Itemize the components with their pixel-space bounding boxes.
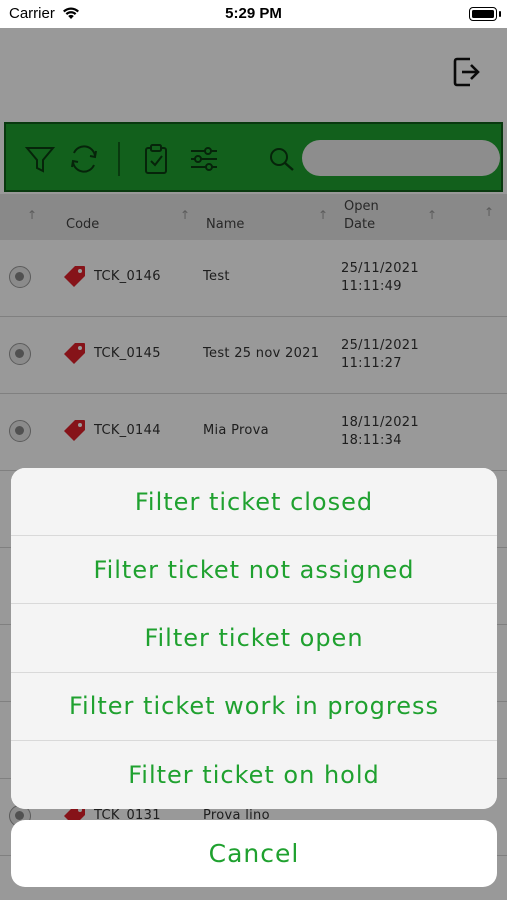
filter-on-hold-option[interactable]: Filter ticket on hold [11,740,497,809]
battery-icon [469,7,501,21]
clock: 5:29 PM [225,5,282,22]
filter-not-assigned-option[interactable]: Filter ticket not assigned [11,536,497,605]
filter-open-option[interactable]: Filter ticket open [11,604,497,673]
cancel-button[interactable]: Cancel [11,820,497,887]
filter-work-in-progress-option[interactable]: Filter ticket work in progress [11,672,497,741]
filter-action-sheet: Filter ticket closed Filter ticket not a… [11,468,497,809]
status-bar: Carrier 5:29 PM [0,0,507,28]
filter-closed-option[interactable]: Filter ticket closed [11,468,497,537]
app-screen: Carrier 5:29 PM ↑ Code ↑ Name ↑ Open Dat… [0,0,507,900]
